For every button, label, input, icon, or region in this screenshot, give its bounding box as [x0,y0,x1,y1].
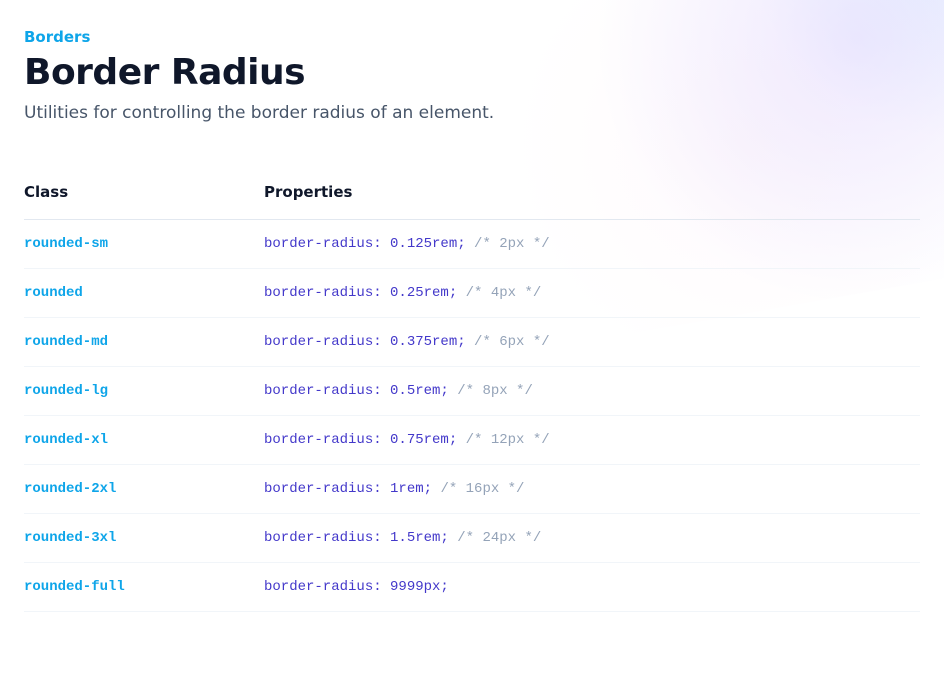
utility-class-name: rounded-3xl [24,514,264,563]
table-header-class: Class [24,183,264,220]
css-comment: /* 6px */ [474,334,550,350]
utility-properties: border-radius: 0.75rem; /* 12px */ [264,416,920,465]
table-row: roundedborder-radius: 0.25rem; /* 4px */ [24,269,920,318]
category-eyebrow[interactable]: Borders [24,28,920,46]
css-property: border-radius: 0.5rem; [264,383,449,399]
utility-properties: border-radius: 1.5rem; /* 24px */ [264,514,920,563]
page-title: Border Radius [24,52,920,93]
css-property: border-radius: 1rem; [264,481,432,497]
utility-class-name: rounded-full [24,563,264,612]
page-subtitle: Utilities for controlling the border rad… [24,103,920,123]
utility-class-name: rounded-xl [24,416,264,465]
utility-table: Class Properties rounded-smborder-radius… [24,183,920,612]
table-row: rounded-lgborder-radius: 0.5rem; /* 8px … [24,367,920,416]
utility-properties: border-radius: 1rem; /* 16px */ [264,465,920,514]
css-comment: /* 2px */ [474,236,550,252]
utility-class-name: rounded-md [24,318,264,367]
utility-class-name: rounded [24,269,264,318]
css-property: border-radius: 9999px; [264,579,449,595]
utility-class-name: rounded-sm [24,220,264,269]
utility-properties: border-radius: 0.375rem; /* 6px */ [264,318,920,367]
utility-properties: border-radius: 0.25rem; /* 4px */ [264,269,920,318]
css-comment: /* 16px */ [440,481,524,497]
css-comment: /* 12px */ [466,432,550,448]
utility-class-name: rounded-2xl [24,465,264,514]
table-row: rounded-3xlborder-radius: 1.5rem; /* 24p… [24,514,920,563]
table-row: rounded-2xlborder-radius: 1rem; /* 16px … [24,465,920,514]
utility-properties: border-radius: 0.125rem; /* 2px */ [264,220,920,269]
utility-properties: border-radius: 0.5rem; /* 8px */ [264,367,920,416]
css-property: border-radius: 0.75rem; [264,432,457,448]
table-row: rounded-mdborder-radius: 0.375rem; /* 6p… [24,318,920,367]
css-property: border-radius: 1.5rem; [264,530,449,546]
utility-properties: border-radius: 9999px; [264,563,920,612]
css-comment: /* 8px */ [457,383,533,399]
css-comment: /* 4px */ [466,285,542,301]
css-property: border-radius: 0.375rem; [264,334,466,350]
table-row: rounded-fullborder-radius: 9999px; [24,563,920,612]
css-comment: /* 24px */ [457,530,541,546]
table-row: rounded-xlborder-radius: 0.75rem; /* 12p… [24,416,920,465]
table-row: rounded-smborder-radius: 0.125rem; /* 2p… [24,220,920,269]
utility-class-name: rounded-lg [24,367,264,416]
css-property: border-radius: 0.125rem; [264,236,466,252]
css-property: border-radius: 0.25rem; [264,285,457,301]
table-header-properties: Properties [264,183,920,220]
